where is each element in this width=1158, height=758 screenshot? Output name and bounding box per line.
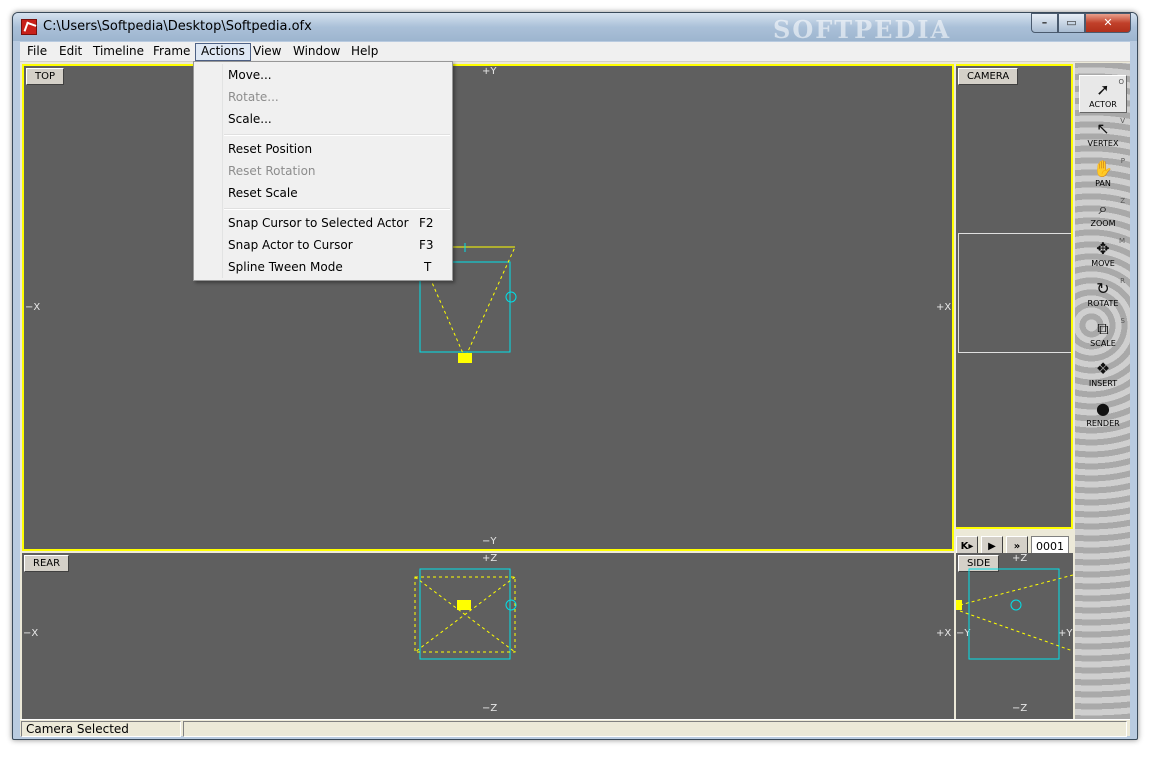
menu-item-snap-cursor[interactable]: Snap Cursor to Selected Actor: [228, 213, 409, 233]
menu-item-move[interactable]: Move...: [228, 65, 272, 85]
tool-key: S: [1120, 317, 1125, 325]
shortcut-f3: F3: [419, 238, 434, 252]
menu-item-snap-actor[interactable]: Snap Actor to Cursor: [228, 235, 353, 255]
viewport-side[interactable]: SIDE +Z −Z −Y +Y: [956, 553, 1073, 719]
close-icon: ✕: [1103, 16, 1113, 29]
menu-separator: [224, 134, 450, 136]
tool-key: M: [1118, 237, 1125, 245]
tool-label: RENDER: [1086, 419, 1120, 428]
menu-item-rotate: Rotate...: [228, 90, 279, 104]
side-scene: [956, 568, 1073, 660]
top-scene: [419, 243, 517, 363]
tool-key: Z: [1120, 197, 1125, 205]
tool-label: SCALE: [1090, 339, 1116, 348]
tool-key: P: [1120, 157, 1125, 165]
tool-render[interactable]: ● RENDER: [1079, 395, 1127, 433]
tool-actor[interactable]: O ➚ ACTOR: [1079, 75, 1127, 113]
camera-icon: [457, 600, 471, 610]
status-bar: Camera Selected: [20, 719, 1130, 737]
tool-scale[interactable]: S ⧉ SCALE: [1079, 315, 1127, 353]
softpedia-watermark: SOFTPEDIA: [773, 15, 952, 44]
frustum-bottom: [959, 610, 1073, 652]
menu-view[interactable]: View: [248, 43, 286, 61]
menu-file[interactable]: File: [22, 43, 52, 61]
menu-item-spline-tween[interactable]: Spline Tween Mode: [228, 257, 343, 277]
tool-label: ZOOM: [1090, 219, 1116, 228]
viewport-camera[interactable]: CAMERA: [956, 64, 1073, 529]
camera-frame: [958, 233, 1071, 353]
title-bar[interactable]: C:\Users\Softpedia\Desktop\Softpedia.ofx…: [13, 13, 1137, 44]
tool-vertex[interactable]: V ↖ VERTEX: [1079, 115, 1127, 153]
camera-icon: [956, 600, 962, 610]
tool-label: MOVE: [1091, 259, 1115, 268]
tool-label: INSERT: [1088, 379, 1118, 388]
app-icon[interactable]: [21, 19, 37, 35]
menu-frame[interactable]: Frame: [148, 43, 195, 61]
maximize-button[interactable]: ▭: [1058, 13, 1085, 33]
menu-item-reset-position[interactable]: Reset Position: [228, 139, 312, 159]
menu-bar: File Edit Timeline Frame Actions View Wi…: [20, 42, 1130, 62]
close-button[interactable]: ✕: [1085, 13, 1131, 33]
menu-help[interactable]: Help: [346, 43, 383, 61]
minimize-icon: –: [1041, 16, 1048, 29]
tool-key: R: [1120, 277, 1125, 285]
shortcut-f2: F2: [419, 216, 434, 230]
light-icon: [1010, 599, 1022, 611]
menu-actions[interactable]: Actions: [195, 43, 251, 61]
render-icon: ●: [1096, 399, 1110, 418]
maximize-icon: ▭: [1066, 16, 1077, 29]
camera-icon: [458, 353, 472, 363]
tool-label: ROTATE: [1087, 299, 1119, 308]
menu-item-reset-rotation: Reset Rotation: [228, 164, 316, 178]
viewport-top[interactable]: TOP +Y −Y −X +X: [22, 64, 954, 551]
rear-scene: [414, 568, 517, 660]
tool-zoom[interactable]: Z ⌕ ZOOM: [1079, 195, 1127, 233]
menu-edit[interactable]: Edit: [54, 43, 87, 61]
light-icon: [505, 291, 517, 303]
shortcut-t: T: [424, 260, 432, 274]
window-title: C:\Users\Softpedia\Desktop\Softpedia.ofx: [43, 19, 312, 34]
tool-label: PAN: [1095, 179, 1111, 188]
menu-window[interactable]: Window: [288, 43, 345, 61]
tool-key: V: [1120, 117, 1125, 125]
scene-box: [968, 568, 1060, 660]
menu-item-reset-scale[interactable]: Reset Scale: [228, 183, 298, 203]
window-controls: – ▭ ✕: [1031, 13, 1131, 33]
tool-insert[interactable]: ❖ INSERT: [1079, 355, 1127, 393]
menu-timeline[interactable]: Timeline: [88, 43, 149, 61]
tool-palette: O ➚ ACTOR V ↖ VERTEX P ✋ PAN Z ⌕ ZOOM M: [1075, 63, 1130, 719]
menu-item-scale[interactable]: Scale...: [228, 109, 272, 129]
viewport-rear[interactable]: REAR +Z −Z −X +X: [22, 553, 954, 719]
insert-icon: ❖: [1095, 359, 1111, 378]
tool-rotate[interactable]: R ↻ ROTATE: [1079, 275, 1127, 313]
viewport-camera-label[interactable]: CAMERA: [958, 68, 1019, 85]
application-window: C:\Users\Softpedia\Desktop\Softpedia.ofx…: [12, 12, 1138, 740]
status-panel: [183, 721, 1127, 737]
status-message: Camera Selected: [21, 721, 181, 737]
tool-move[interactable]: M ✥ MOVE: [1079, 235, 1127, 273]
tool-key: O: [1118, 78, 1124, 86]
minimize-button[interactable]: –: [1031, 13, 1058, 33]
actions-menu: Move... Rotate... Scale... Reset Positio…: [193, 61, 453, 281]
tool-pan[interactable]: P ✋ PAN: [1079, 155, 1127, 193]
client-area: File Edit Timeline Frame Actions View Wi…: [20, 42, 1130, 737]
tool-label: VERTEX: [1087, 139, 1119, 148]
tool-label: ACTOR: [1089, 100, 1117, 109]
menu-separator: [224, 208, 450, 210]
